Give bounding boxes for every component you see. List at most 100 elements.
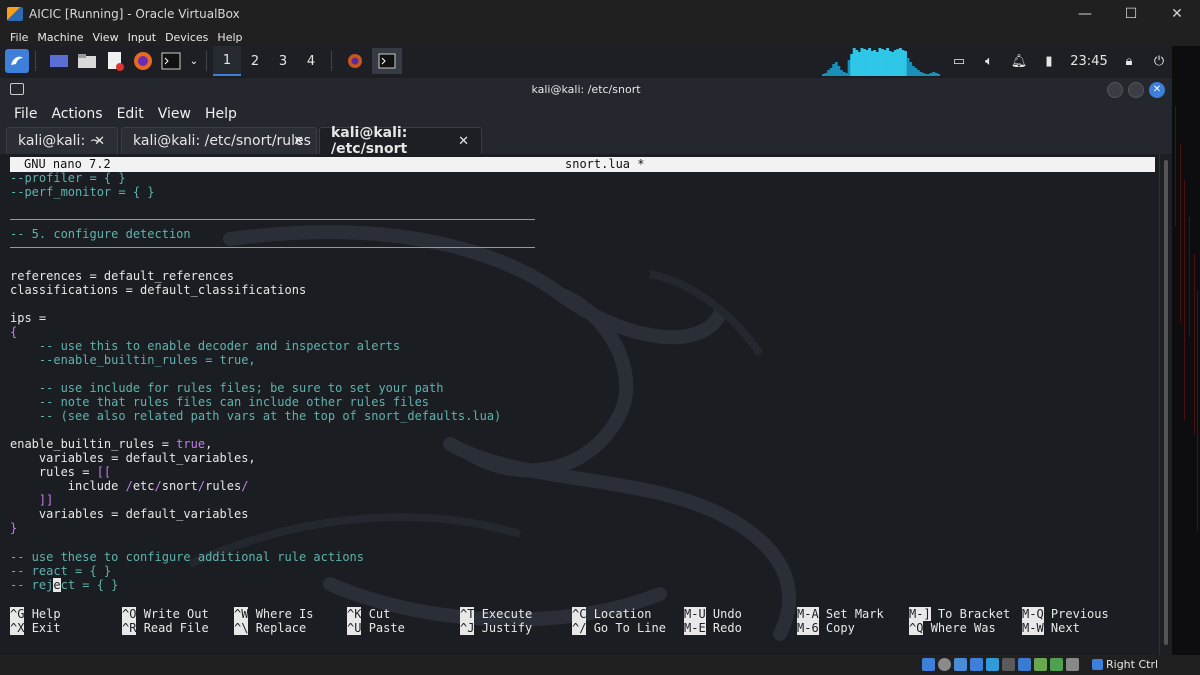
panel-clock[interactable]: 23:45 [1064, 54, 1114, 69]
shortcut-execute[interactable]: ^T Execute [460, 607, 532, 621]
mouse-integration-icon[interactable] [1066, 658, 1079, 671]
chevron-down-icon[interactable]: ⌄ [188, 50, 200, 72]
workspace-2[interactable]: 2 [241, 46, 269, 76]
tab-label: kali@kali: ~ [18, 133, 102, 149]
usb-icon[interactable] [986, 658, 999, 671]
shortcut-undo[interactable]: M-U Undo [684, 607, 742, 621]
network-icon[interactable] [970, 658, 983, 671]
vbox-menu-view[interactable]: View [92, 31, 118, 44]
code-token: snort [161, 479, 198, 493]
close-button[interactable]: ✕ [1154, 0, 1200, 28]
vbox-menu-file[interactable]: File [10, 31, 28, 44]
battery-icon[interactable]: ▮ [1034, 54, 1064, 69]
lock-icon[interactable]: 🔒︎ [1114, 54, 1144, 69]
cpu-activity-icon[interactable] [1050, 658, 1063, 671]
close-icon[interactable]: ✕ [94, 134, 105, 149]
code-line: rules = [[ [10, 465, 111, 479]
taskbar-terminal-button[interactable] [372, 48, 402, 74]
display-icon[interactable]: ▭ [944, 54, 974, 69]
shortcut-justify[interactable]: ^J Justify [460, 621, 532, 635]
terminal-content[interactable]: GNU nano 7.2 snort.lua * --profiler = { … [0, 154, 1172, 655]
volume-icon[interactable]: 🔈︎ [974, 54, 1004, 69]
terminal-scrollbar[interactable] [1159, 154, 1172, 655]
kali-menu-icon[interactable] [5, 49, 29, 73]
code-token: rules = [10, 465, 97, 479]
firefox-icon[interactable] [132, 50, 154, 72]
code-token: ct = { } [60, 578, 119, 592]
shortcut-previous[interactable]: M-Q Previous [1022, 607, 1109, 621]
code-keyword: [[ [96, 465, 112, 479]
tab-snort[interactable]: kali@kali: /etc/snort ✕ [319, 125, 482, 157]
code-token: enable_builtin_rules = [10, 437, 177, 451]
text-cursor: e [53, 578, 61, 592]
tab-snort-rules[interactable]: kali@kali: /etc/snort/rules ✕ [121, 127, 317, 154]
taskbar-firefox-button[interactable] [340, 48, 370, 74]
scrollbar-thumb[interactable] [1164, 160, 1168, 645]
shortcut-location[interactable]: ^C Location [572, 607, 651, 621]
kali-top-panel: ⌄ 1 2 3 4 ▭ 🔈︎ 🔔︎ ▮ 23:45 🔒︎ ⏻ [0, 46, 1172, 76]
vbox-status-bar: Right Ctrl [0, 655, 1200, 675]
recording-icon[interactable] [1034, 658, 1047, 671]
terminal-menu-help[interactable]: Help [205, 106, 237, 122]
terminal-menu-edit[interactable]: Edit [117, 106, 144, 122]
shortcut-read-file[interactable]: ^R Read File [122, 621, 209, 635]
hard-disk-icon[interactable] [922, 658, 935, 671]
host-desktop-edge [1172, 46, 1200, 656]
shortcut-redo[interactable]: M-E Redo [684, 621, 742, 635]
display-settings-icon[interactable] [1018, 658, 1031, 671]
terminal-close-button[interactable]: ✕ [1149, 82, 1165, 98]
keyboard-icon [1092, 659, 1103, 670]
shortcut-to-bracket[interactable]: M-] To Bracket [909, 607, 1010, 621]
vbox-menu-help[interactable]: Help [217, 31, 242, 44]
shortcut-set-mark[interactable]: M-A Set Mark [797, 607, 884, 621]
terminal-menu-file[interactable]: File [14, 106, 37, 122]
maximize-button[interactable]: ☐ [1108, 0, 1154, 28]
workspace-1[interactable]: 1 [213, 46, 241, 76]
terminal-maximize-button[interactable] [1128, 82, 1144, 98]
vbox-menu-input[interactable]: Input [128, 31, 156, 44]
vbox-menu-devices[interactable]: Devices [165, 31, 208, 44]
shortcut-replace[interactable]: ^\ Replace [234, 621, 306, 635]
optical-drive-icon[interactable] [938, 658, 951, 671]
code-keyword: true [176, 437, 206, 451]
shortcut-help[interactable]: ^G Help [10, 607, 61, 621]
comment-divider [10, 247, 535, 248]
logout-icon[interactable]: ⏻ [1144, 54, 1174, 69]
file-manager-icon[interactable] [76, 50, 98, 72]
close-icon[interactable]: ✕ [293, 134, 304, 149]
code-line: { [10, 325, 18, 339]
vbox-menu-machine[interactable]: Machine [37, 31, 83, 44]
virtualbox-icon [7, 7, 23, 21]
show-desktop-icon[interactable] [48, 50, 70, 72]
shortcut-write-out[interactable]: ^O Write Out [122, 607, 209, 621]
shortcut-exit[interactable]: ^X Exit [10, 621, 61, 635]
audio-icon[interactable] [954, 658, 967, 671]
shortcut-copy[interactable]: M-6 Copy [797, 621, 855, 635]
workspace-3[interactable]: 3 [269, 46, 297, 76]
terminal-menu-view[interactable]: View [158, 106, 191, 122]
workspace-4[interactable]: 4 [297, 46, 325, 76]
code-line: -- react = { } [10, 564, 112, 578]
tab-home[interactable]: kali@kali: ~ ✕ [6, 127, 118, 154]
terminal-menubar: File Actions Edit View Help [0, 102, 1172, 126]
notification-bell-icon[interactable]: 🔔︎ [1004, 54, 1034, 69]
shortcut-next[interactable]: M-W Next [1022, 621, 1080, 635]
cpu-monitor-graph [822, 48, 940, 76]
shortcut-go-to-line[interactable]: ^/ Go To Line [572, 621, 666, 635]
terminal-launcher-icon[interactable] [160, 50, 182, 72]
code-token: , [205, 437, 213, 451]
terminal-tabbar: kali@kali: ~ ✕ kali@kali: /etc/snort/rul… [0, 125, 1172, 157]
shortcut-where-is[interactable]: ^W Where Is [234, 607, 313, 621]
shortcut-cut[interactable]: ^K Cut [347, 607, 390, 621]
text-editor-icon[interactable] [104, 50, 126, 72]
tab-label: kali@kali: /etc/snort/rules [133, 133, 311, 149]
shared-folders-icon[interactable] [1002, 658, 1015, 671]
shortcut-where-was[interactable]: ^Q Where Was [909, 621, 996, 635]
terminal-minimize-button[interactable] [1107, 82, 1123, 98]
terminal-menu-actions[interactable]: Actions [51, 106, 102, 122]
close-icon[interactable]: ✕ [458, 134, 469, 149]
nano-title-bar: GNU nano 7.2 snort.lua * [10, 157, 1155, 172]
minimize-button[interactable]: — [1062, 0, 1108, 28]
shortcut-paste[interactable]: ^U Paste [347, 621, 405, 635]
code-path-sep: / [154, 479, 162, 493]
